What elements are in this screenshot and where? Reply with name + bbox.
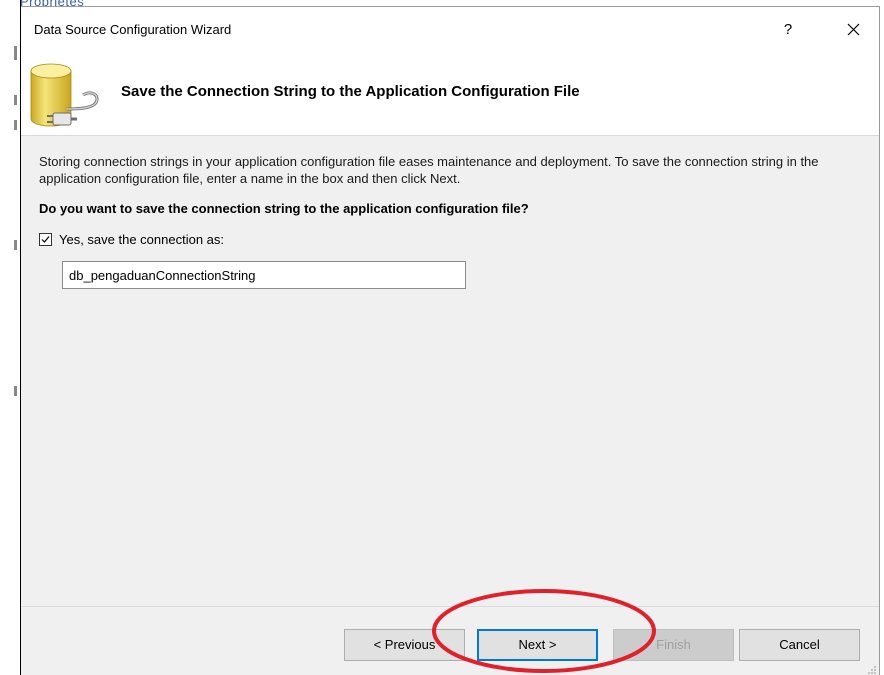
resize-grip-icon[interactable] bbox=[867, 665, 877, 675]
close-icon bbox=[847, 23, 859, 36]
dialog-title: Data Source Configuration Wizard bbox=[34, 22, 232, 37]
background-marker bbox=[14, 46, 17, 60]
cancel-button[interactable]: Cancel bbox=[739, 629, 860, 661]
close-button[interactable] bbox=[838, 17, 868, 43]
description-text: Storing connection strings in your appli… bbox=[39, 154, 819, 186]
database-connection-icon bbox=[30, 63, 99, 127]
question-mark-icon: ? bbox=[783, 21, 793, 38]
wizard-step-title: Save the Connection String to the Applic… bbox=[121, 83, 580, 100]
connection-name-input[interactable] bbox=[62, 261, 466, 289]
checkmark-icon bbox=[41, 235, 50, 243]
background-marker bbox=[14, 95, 17, 105]
save-connection-checkbox-row[interactable]: Yes, save the connection as: bbox=[39, 229, 224, 249]
question-text: Do you want to save the connection strin… bbox=[39, 201, 529, 216]
wizard-dialog: Data Source Configuration Wizard ? Save … bbox=[21, 6, 880, 675]
previous-button[interactable]: < Previous bbox=[344, 629, 465, 661]
wizard-header: Save the Connection String to the Applic… bbox=[21, 53, 879, 136]
background-marker bbox=[14, 386, 17, 396]
background-marker bbox=[14, 120, 17, 130]
finish-button: Finish bbox=[613, 629, 734, 661]
wizard-footer: < Previous Next > Finish Cancel bbox=[21, 606, 879, 675]
help-button[interactable]: ? bbox=[773, 17, 803, 43]
save-connection-label: Yes, save the connection as: bbox=[59, 231, 225, 247]
next-button[interactable]: Next > bbox=[477, 629, 598, 661]
background-window-edge: Proprietes bbox=[0, 0, 84, 675]
dialog-titlebar: Data Source Configuration Wizard ? bbox=[21, 7, 879, 53]
background-marker bbox=[14, 240, 17, 250]
save-connection-checkbox[interactable] bbox=[39, 232, 52, 246]
wizard-content: Storing connection strings in your appli… bbox=[21, 136, 879, 606]
